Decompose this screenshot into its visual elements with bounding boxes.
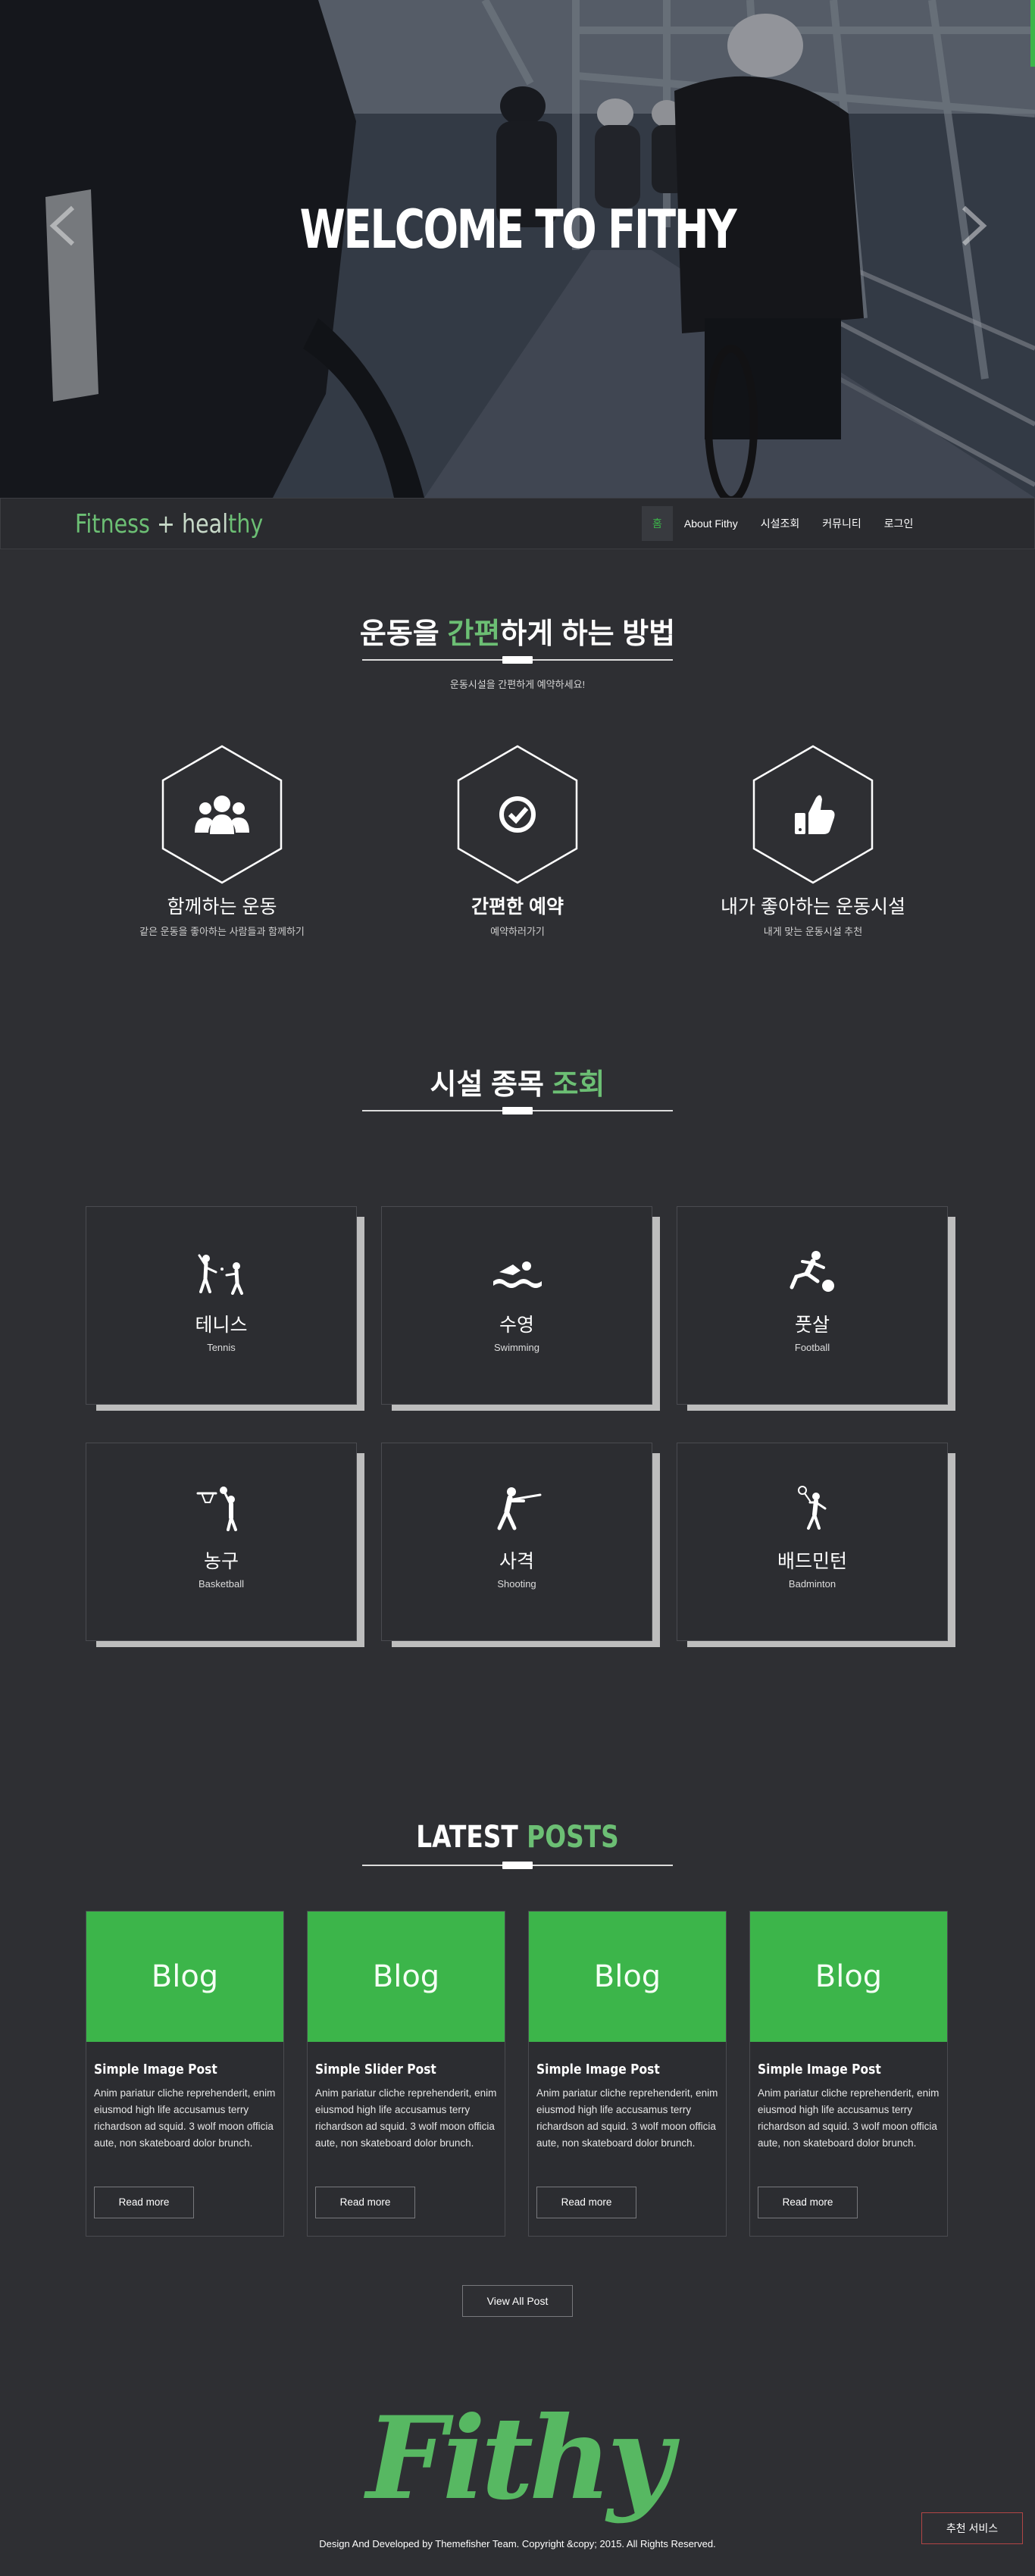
post-thumbnail[interactable]: Blog bbox=[529, 1912, 726, 2042]
post-thumbnail[interactable]: Blog bbox=[750, 1912, 947, 2042]
nav-item-facility-search[interactable]: 시설조회 bbox=[749, 506, 811, 541]
post-excerpt: Anim pariatur cliche reprehenderit, enim… bbox=[315, 2087, 497, 2149]
feature-title: 함께하는 운동 bbox=[167, 896, 277, 918]
feature-desc: 내게 맞는 운동시설 추천 bbox=[763, 926, 863, 937]
how-section-title: 운동을 간편하게 하는 방법 bbox=[0, 610, 1035, 652]
post-title[interactable]: Simple Slider Post bbox=[315, 2062, 478, 2077]
read-more-button[interactable]: Read more bbox=[536, 2187, 636, 2218]
feature-together[interactable]: 함께하는 운동 같은 운동을 좋아하는 사람들과 함께하기 bbox=[93, 745, 351, 938]
sport-card-shooting[interactable]: 사격 Shooting bbox=[381, 1443, 660, 1647]
sport-title: 배드민턴 bbox=[777, 1551, 847, 1572]
main-navbar: Fitness + healthy 홈 About Fithy 시설조회 커뮤니… bbox=[0, 498, 1035, 549]
nav-menu: 홈 About Fithy 시설조회 커뮤니티 로그인 bbox=[642, 506, 924, 541]
sport-card-badminton[interactable]: 배드민턴 Badminton bbox=[677, 1443, 955, 1647]
how-title-underline bbox=[362, 656, 673, 664]
posts-title-highlight: POSTS bbox=[527, 1820, 619, 1855]
swimming-icon bbox=[493, 1261, 542, 1288]
post-card: Blog Simple Image Post Anim pariatur cli… bbox=[86, 1911, 284, 2237]
sports-section-title: 시설 종목 조회 bbox=[0, 1061, 1035, 1102]
posts-title-underline bbox=[362, 1862, 673, 1869]
read-more-button[interactable]: Read more bbox=[315, 2187, 415, 2218]
post-card: Blog Simple Image Post Anim pariatur cli… bbox=[528, 1911, 727, 2237]
check-circle-icon bbox=[457, 745, 578, 884]
how-title-pre: 운동을 bbox=[359, 618, 448, 650]
how-subtitle: 운동시설을 간편하게 예약하세요! bbox=[449, 679, 586, 690]
post-title[interactable]: Simple Image Post bbox=[536, 2062, 699, 2077]
nav-item-about[interactable]: About Fithy bbox=[673, 506, 749, 541]
feature-favorite-facility[interactable]: 내가 좋아하는 운동시설 내게 맞는 운동시설 추천 bbox=[684, 745, 942, 938]
post-excerpt: Anim pariatur cliche reprehenderit, enim… bbox=[94, 2087, 276, 2149]
sports-title-pre: 시설 종목 bbox=[430, 1069, 552, 1101]
feature-easy-booking[interactable]: 간편한 예약 예약하러가기 bbox=[389, 745, 646, 938]
sport-title: 수영 bbox=[499, 1315, 534, 1336]
feature-desc[interactable]: 예약하러가기 bbox=[389, 924, 646, 938]
posts-section-title: LATEST POSTS bbox=[93, 1820, 942, 1855]
sport-title: 풋살 bbox=[794, 1315, 830, 1336]
sports-title-highlight: 조회 bbox=[552, 1069, 605, 1101]
brand-part-fitness: Fitness bbox=[75, 509, 150, 539]
thumbs-up-icon bbox=[752, 745, 874, 884]
sport-card-basketball[interactable]: 농구 Basketball bbox=[86, 1443, 364, 1647]
sport-title: 사격 bbox=[499, 1551, 534, 1572]
sport-subtitle: Badminton bbox=[788, 1578, 836, 1590]
feature-title: 내가 좋아하는 운동시설 bbox=[721, 896, 905, 918]
basketball-icon bbox=[196, 1487, 237, 1531]
users-icon bbox=[161, 745, 283, 884]
sport-card-tennis[interactable]: 테니스 Tennis bbox=[86, 1206, 364, 1411]
view-all-posts-button[interactable]: View All Post bbox=[462, 2285, 573, 2317]
badminton-icon bbox=[798, 1486, 827, 1530]
post-excerpt: Anim pariatur cliche reprehenderit, enim… bbox=[758, 2087, 940, 2149]
read-more-button[interactable]: Read more bbox=[758, 2187, 858, 2218]
brand-part-heal: heal bbox=[182, 509, 229, 539]
post-excerpt: Anim pariatur cliche reprehenderit, enim… bbox=[536, 2087, 718, 2149]
sport-subtitle: Tennis bbox=[207, 1342, 236, 1353]
brand-plus: + bbox=[149, 509, 183, 539]
football-icon bbox=[790, 1251, 834, 1292]
tennis-icon bbox=[198, 1254, 243, 1295]
how-title-post: 하게 하는 방법 bbox=[500, 618, 676, 650]
slider-prev-arrow-icon[interactable] bbox=[45, 203, 80, 249]
page-scroll-indicator bbox=[1030, 0, 1035, 67]
footer-logo: Fithy bbox=[366, 2392, 674, 2525]
sport-subtitle: Shooting bbox=[497, 1578, 536, 1590]
post-thumbnail[interactable]: Blog bbox=[308, 1912, 505, 2042]
copyright-text: Design And Developed by Themefisher Team… bbox=[319, 2538, 716, 2549]
sport-title: 농구 bbox=[203, 1551, 239, 1572]
brand-part-thy: thy bbox=[228, 509, 264, 539]
hero-title: WELCOME TO FITHY bbox=[299, 199, 737, 261]
how-title-highlight: 간편 bbox=[447, 618, 501, 650]
sport-title: 테니스 bbox=[195, 1315, 248, 1336]
feature-desc: 같은 운동을 좋아하는 사람들과 함께하기 bbox=[139, 926, 305, 937]
posts-title-pre: LATEST bbox=[416, 1820, 527, 1855]
nav-item-home[interactable]: 홈 bbox=[642, 506, 673, 541]
slider-next-arrow-icon[interactable] bbox=[956, 203, 991, 249]
recommend-service-button[interactable]: 추천 서비스 bbox=[921, 2512, 1023, 2544]
post-thumbnail[interactable]: Blog bbox=[86, 1912, 283, 2042]
sport-card-swimming[interactable]: 수영 Swimming bbox=[381, 1206, 660, 1411]
post-title[interactable]: Simple Image Post bbox=[758, 2062, 921, 2077]
sport-subtitle: Basketball bbox=[199, 1578, 244, 1590]
sport-card-football[interactable]: 풋살 Football bbox=[677, 1206, 955, 1411]
feature-title: 간편한 예약 bbox=[471, 896, 564, 918]
sports-title-underline bbox=[362, 1107, 673, 1114]
sport-subtitle: Football bbox=[794, 1342, 830, 1353]
brand-logo-link[interactable]: Fitness + healthy bbox=[75, 509, 263, 539]
post-card: Blog Simple Slider Post Anim pariatur cl… bbox=[307, 1911, 505, 2237]
nav-item-login[interactable]: 로그인 bbox=[873, 506, 925, 541]
shooting-icon bbox=[497, 1487, 542, 1530]
read-more-button[interactable]: Read more bbox=[94, 2187, 194, 2218]
hero-banner: WELCOME TO FITHY bbox=[0, 0, 1035, 498]
post-title[interactable]: Simple Image Post bbox=[94, 2062, 257, 2077]
nav-item-community[interactable]: 커뮤니티 bbox=[811, 506, 873, 541]
sport-subtitle: Swimming bbox=[494, 1342, 539, 1353]
post-card: Blog Simple Image Post Anim pariatur cli… bbox=[749, 1911, 948, 2237]
